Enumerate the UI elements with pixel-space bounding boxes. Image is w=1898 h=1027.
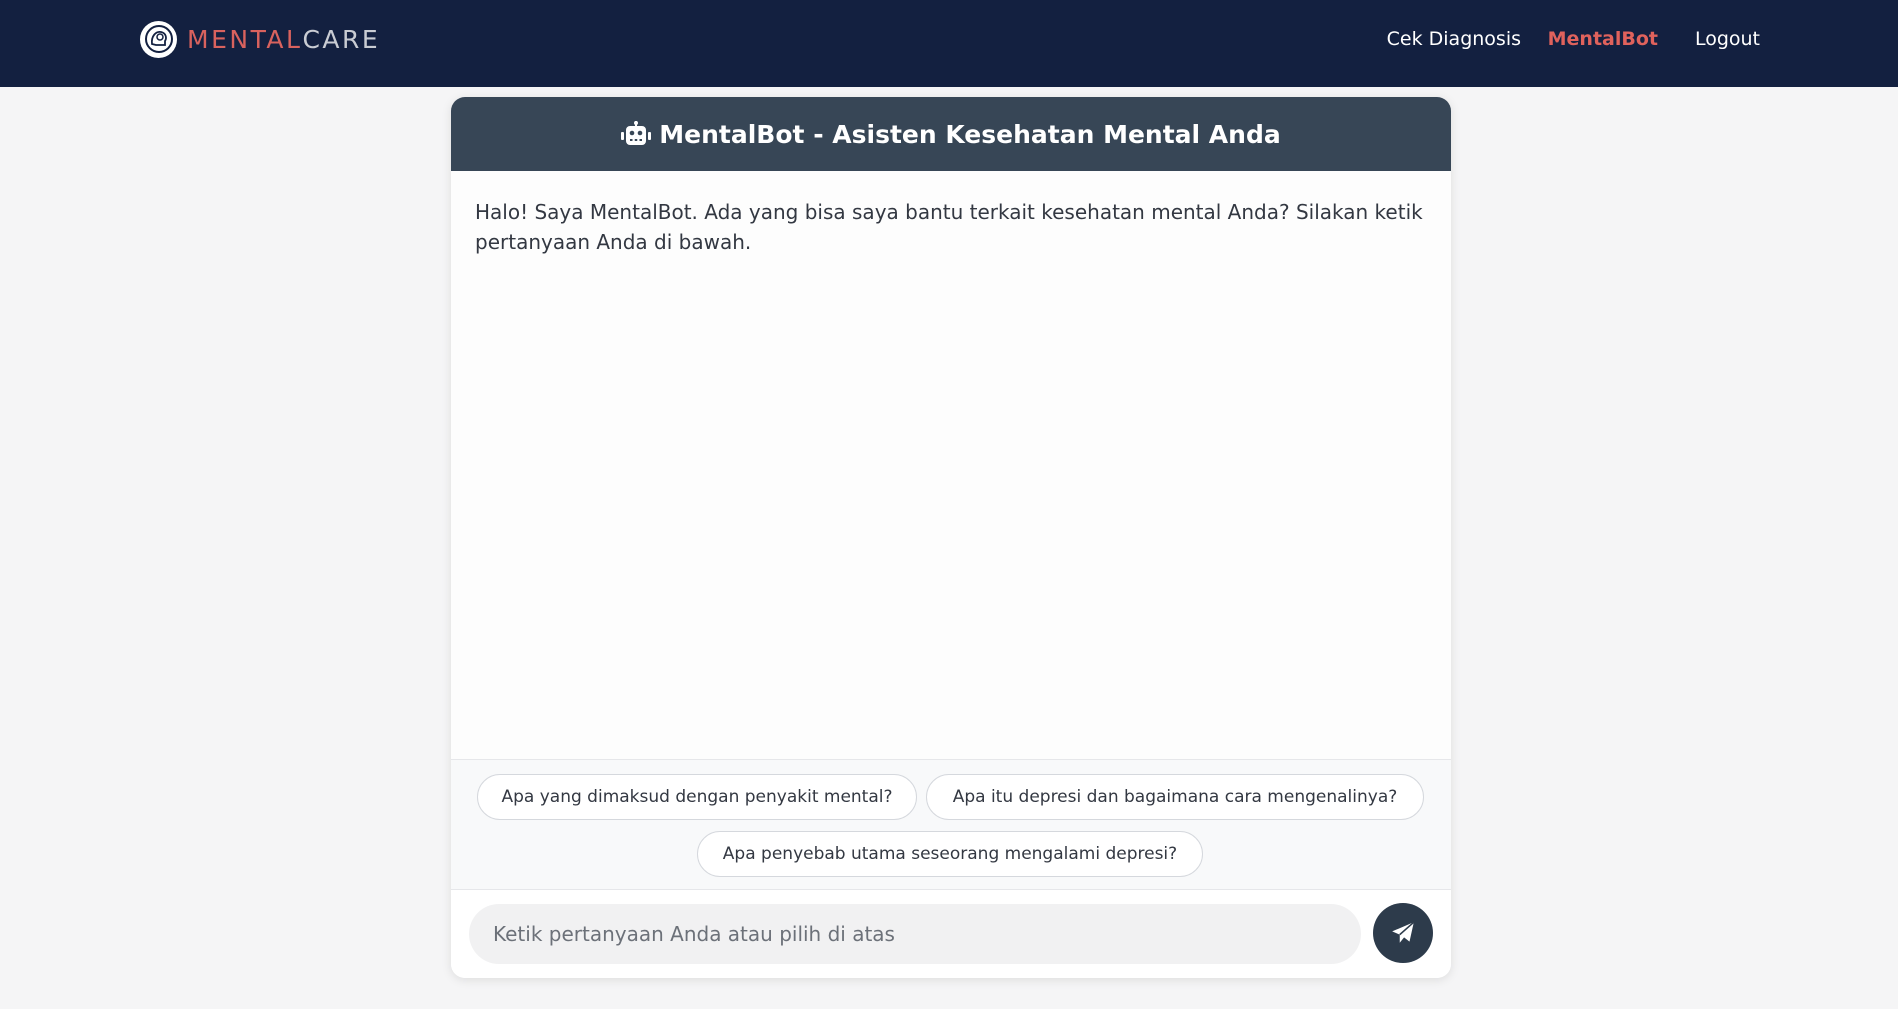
brand-name-part1: MENTAL [187, 24, 303, 54]
chat-card: MentalBot - Asisten Kesehatan Mental And… [451, 97, 1451, 978]
brain-head-icon [140, 20, 177, 58]
nav-cek-diagnosis[interactable]: Cek Diagnosis [1387, 28, 1521, 50]
brand-name: MENTALCARE [187, 25, 380, 54]
top-navbar: MENTALCARE Cek Diagnosis MentalBot Logou… [0, 0, 1898, 87]
nav-logout[interactable]: Logout [1695, 28, 1760, 50]
chat-title: MentalBot - Asisten Kesehatan Mental And… [659, 119, 1281, 149]
page-footer-strip [0, 1009, 1898, 1027]
nav-mentalbot[interactable]: MentalBot [1548, 28, 1658, 50]
bot-message: Halo! Saya MentalBot. Ada yang bisa saya… [475, 200, 1423, 254]
send-button[interactable] [1373, 903, 1433, 963]
paper-plane-icon [1390, 920, 1416, 946]
brand-logo[interactable]: MENTALCARE [140, 20, 380, 58]
chat-header: MentalBot - Asisten Kesehatan Mental And… [451, 97, 1451, 171]
brand-name-part2: CARE [302, 24, 381, 54]
robot-icon [621, 121, 652, 147]
message-list: Halo! Saya MentalBot. Ada yang bisa saya… [451, 171, 1451, 759]
suggestion-chip[interactable]: Apa yang dimaksud dengan penyakit mental… [477, 774, 917, 820]
input-row [451, 890, 1451, 978]
suggestion-area: Apa yang dimaksud dengan penyakit mental… [451, 759, 1451, 890]
suggestion-chip[interactable]: Apa penyebab utama seseorang mengalami d… [697, 831, 1203, 877]
chat-input[interactable] [469, 904, 1361, 964]
suggestion-chip[interactable]: Apa itu depresi dan bagaimana cara menge… [926, 774, 1424, 820]
